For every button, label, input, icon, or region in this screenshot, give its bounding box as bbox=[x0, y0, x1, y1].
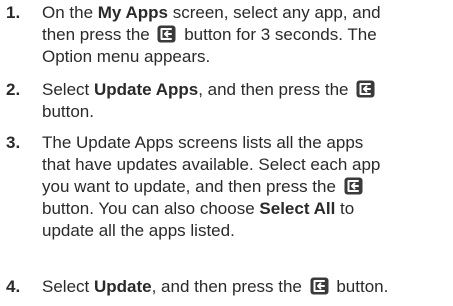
step-text: Select Update, and then press the button… bbox=[42, 276, 448, 298]
enter-button-icon bbox=[344, 177, 363, 195]
text-line: On the My Apps screen, select any app, a… bbox=[42, 2, 448, 24]
text-run: that have updates available. Select each… bbox=[42, 155, 381, 174]
ui-term: Update Apps bbox=[93, 80, 199, 99]
step-text: On the My Apps screen, select any app, a… bbox=[42, 2, 448, 68]
text-run: Select bbox=[42, 80, 94, 99]
step-number: 3. bbox=[6, 133, 21, 152]
ui-term: My Apps bbox=[97, 3, 168, 22]
step-number: 1. bbox=[6, 3, 21, 22]
step-text: Select Update Apps, and then press the b… bbox=[42, 79, 448, 123]
text-run: Option menu appears. bbox=[42, 47, 211, 66]
enter-button-icon bbox=[157, 25, 176, 43]
step-number: 4. bbox=[6, 277, 21, 296]
text-run: On the bbox=[42, 3, 98, 22]
text-line: button. You can also choose Select All t… bbox=[42, 198, 448, 220]
text-run: button. You can also choose bbox=[42, 199, 260, 218]
text-run: button for 3 seconds. The bbox=[179, 25, 377, 44]
text-line: button. bbox=[42, 101, 448, 123]
text-run: button. bbox=[42, 102, 94, 121]
text-line: then press the button for 3 seconds. The bbox=[42, 24, 448, 46]
text-run: Select bbox=[42, 277, 94, 296]
text-line: The Update Apps screens lists all the ap… bbox=[42, 132, 448, 154]
text-run: , and then press the bbox=[151, 277, 307, 296]
step-number: 2. bbox=[6, 80, 21, 99]
text-run: then press the bbox=[42, 25, 155, 44]
text-run: you want to update, and then press the bbox=[42, 177, 341, 196]
text-run: , and then press the bbox=[198, 80, 354, 99]
text-line: Option menu appears. bbox=[42, 46, 448, 68]
ui-term: Update bbox=[93, 277, 152, 296]
enter-button-icon bbox=[310, 277, 329, 295]
text-line: Select Update, and then press the button… bbox=[42, 276, 448, 298]
text-line: Select Update Apps, and then press the bbox=[42, 79, 448, 101]
text-run: button. bbox=[331, 277, 389, 296]
text-line: update all the apps listed. bbox=[42, 220, 448, 242]
text-run: screen, select any app, and bbox=[167, 3, 381, 22]
text-line: you want to update, and then press the bbox=[42, 176, 448, 198]
text-run: to bbox=[335, 199, 355, 218]
text-run: update all the apps listed. bbox=[42, 221, 235, 240]
enter-button-icon bbox=[356, 80, 375, 98]
text-run: The Update Apps screens lists all the ap… bbox=[42, 133, 364, 152]
step-text: The Update Apps screens lists all the ap… bbox=[42, 132, 448, 242]
text-line: that have updates available. Select each… bbox=[42, 154, 448, 176]
instruction-list: 1. On the My Apps screen, select any app… bbox=[0, 0, 453, 306]
ui-term: Select All bbox=[259, 199, 336, 218]
